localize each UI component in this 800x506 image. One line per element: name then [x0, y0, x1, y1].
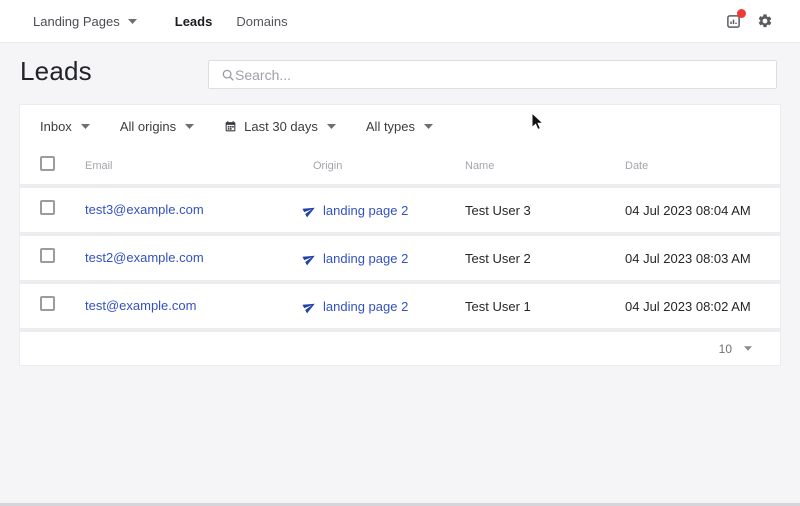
chevron-down-icon [327, 124, 336, 129]
origin-link[interactable]: landing page 2 [323, 203, 408, 218]
column-header-name: Name [465, 160, 625, 172]
page-size-value: 10 [719, 342, 732, 356]
row-checkbox[interactable] [40, 296, 55, 311]
top-nav-actions [724, 12, 774, 30]
lead-date: 04 Jul 2023 08:03 AM [625, 251, 760, 266]
lead-email-link[interactable]: test3@example.com [85, 202, 204, 217]
paper-plane-icon [303, 300, 316, 313]
origin-link[interactable]: landing page 2 [323, 299, 408, 314]
column-header-email: Email [85, 160, 303, 172]
lead-email-link[interactable]: test@example.com [85, 298, 196, 313]
search-input[interactable] [235, 67, 766, 83]
table-footer: 10 [20, 332, 780, 365]
analytics-button[interactable] [724, 12, 742, 30]
leads-card: Inbox All origins L [20, 105, 780, 365]
table-header: Email Origin Name Date [20, 148, 780, 184]
origin-filter[interactable]: All origins [120, 119, 194, 134]
nav-domains-label: Domains [236, 14, 287, 29]
top-nav: Landing Pages Leads Domains [0, 0, 800, 43]
mailbox-filter-label: Inbox [40, 119, 72, 134]
page-size-dropdown[interactable] [744, 346, 752, 351]
type-filter[interactable]: All types [366, 119, 433, 134]
paper-plane-icon [303, 204, 316, 217]
type-filter-label: All types [366, 119, 415, 134]
search-box [208, 60, 777, 89]
date-range-filter[interactable]: Last 30 days [224, 119, 336, 134]
calendar-icon [224, 120, 237, 133]
nav-leads-label: Leads [175, 14, 213, 29]
filter-bar: Inbox All origins L [20, 105, 780, 148]
card-header-section: Inbox All origins L [20, 105, 780, 184]
origin-filter-label: All origins [120, 119, 176, 134]
page-title: Leads [20, 56, 92, 87]
table-row: test3@example.com landing page 2 Test Us… [20, 188, 780, 232]
lead-name: Test User 3 [465, 203, 625, 218]
mailbox-filter[interactable]: Inbox [40, 119, 90, 134]
chevron-down-icon [424, 124, 433, 129]
lead-email-link[interactable]: test2@example.com [85, 250, 204, 265]
column-header-date: Date [625, 160, 760, 172]
column-header-origin: Origin [303, 160, 465, 172]
lead-name: Test User 1 [465, 299, 625, 314]
nav-domains[interactable]: Domains [236, 14, 287, 29]
table-row: test2@example.com landing page 2 Test Us… [20, 236, 780, 280]
select-all-checkbox[interactable] [40, 156, 55, 171]
chevron-down-icon [185, 124, 194, 129]
lead-name: Test User 2 [465, 251, 625, 266]
chevron-down-icon [128, 19, 137, 24]
paper-plane-icon [303, 252, 316, 265]
nav-landing-pages-label: Landing Pages [33, 14, 120, 29]
table-row: test@example.com landing page 2 Test Use… [20, 284, 780, 328]
lead-date: 04 Jul 2023 08:04 AM [625, 203, 760, 218]
row-checkbox[interactable] [40, 200, 55, 215]
chevron-down-icon [81, 124, 90, 129]
nav-landing-pages[interactable]: Landing Pages [33, 14, 137, 29]
notification-badge [737, 9, 746, 18]
search-icon [221, 68, 235, 82]
date-range-filter-label: Last 30 days [244, 119, 318, 134]
lead-date: 04 Jul 2023 08:02 AM [625, 299, 760, 314]
row-checkbox[interactable] [40, 248, 55, 263]
gear-icon [757, 13, 773, 29]
origin-link[interactable]: landing page 2 [323, 251, 408, 266]
nav-leads[interactable]: Leads [175, 14, 213, 29]
settings-button[interactable] [756, 12, 774, 30]
